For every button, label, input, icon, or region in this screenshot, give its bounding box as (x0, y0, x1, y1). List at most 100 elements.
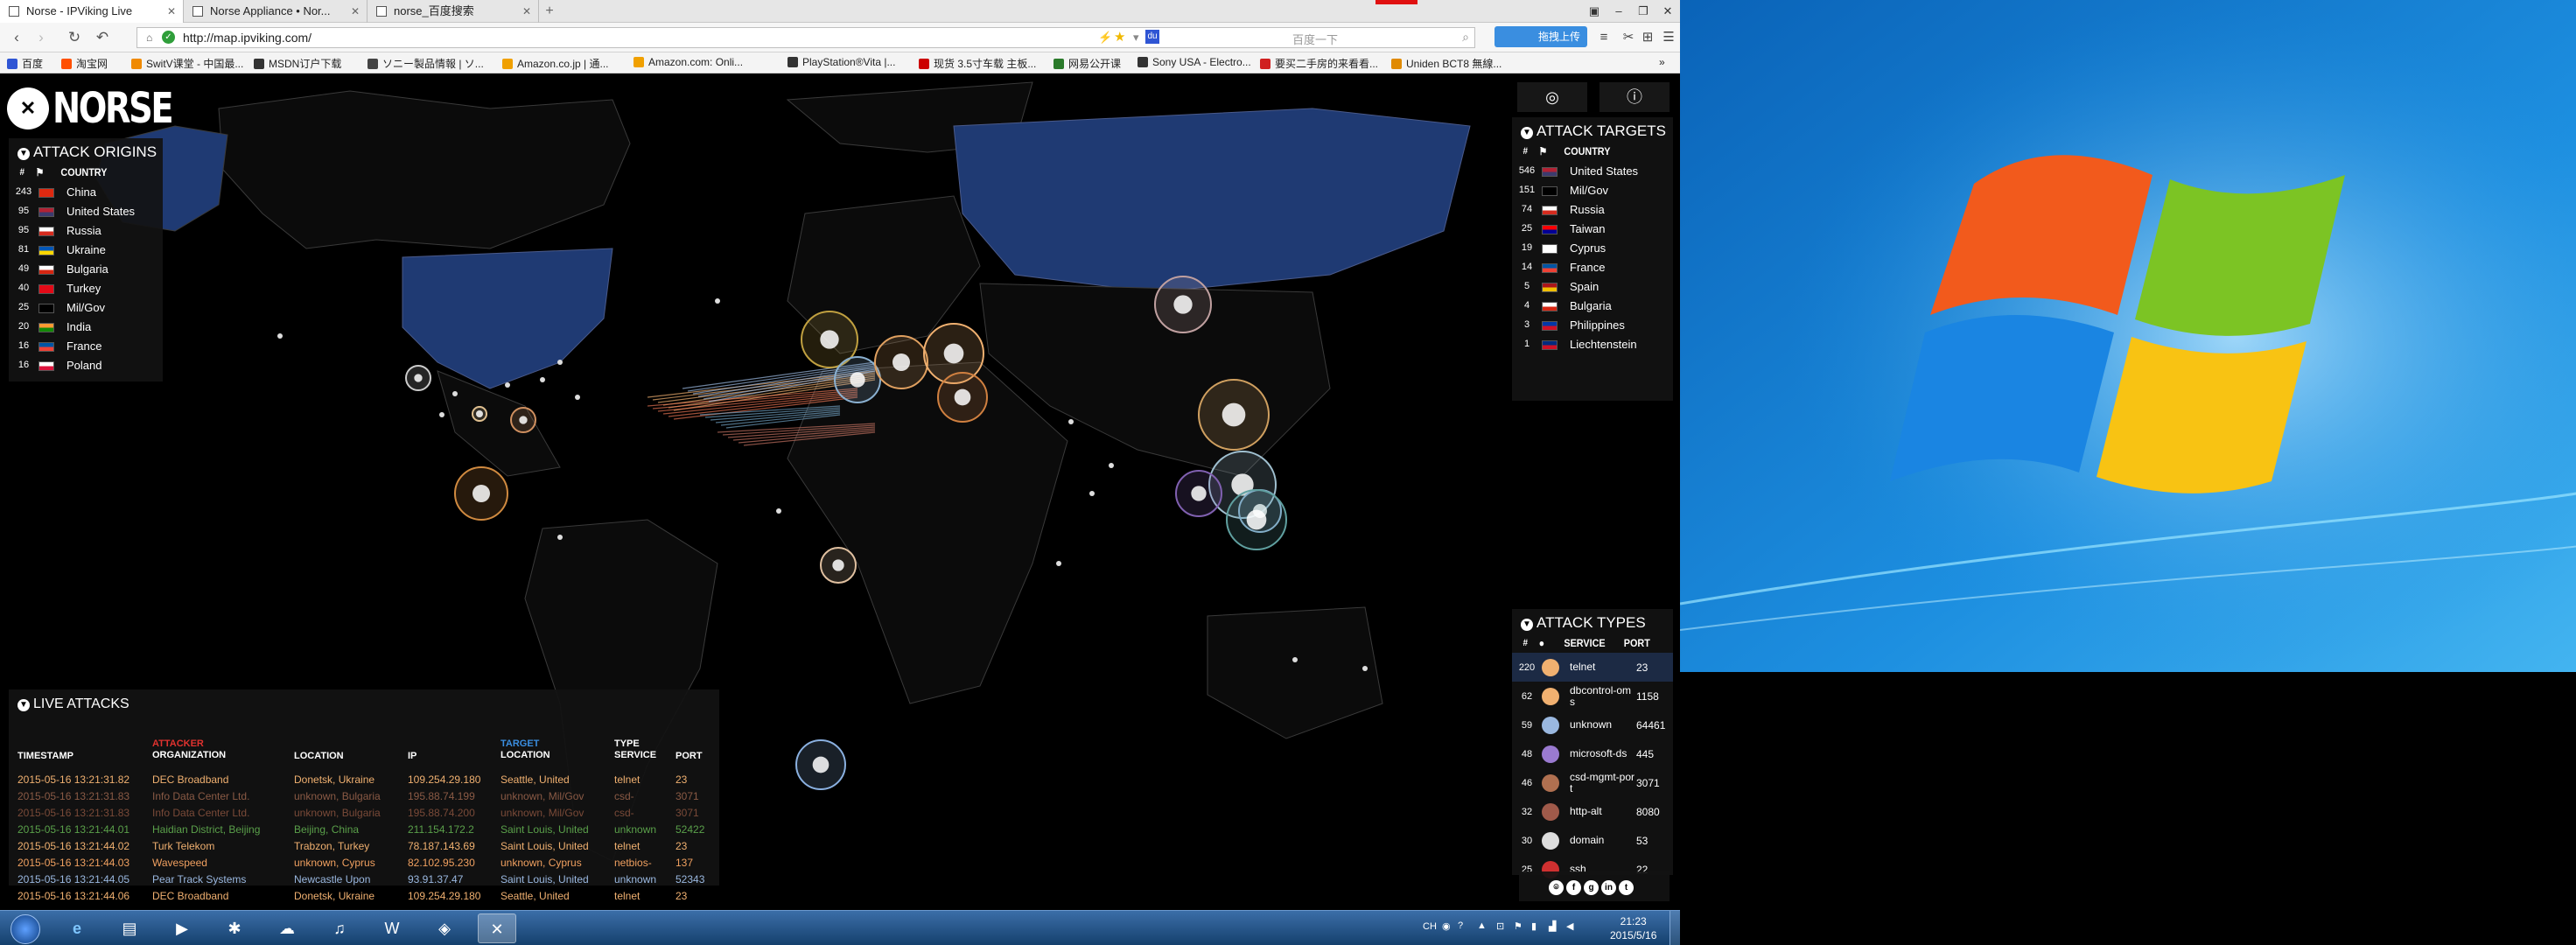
attack-tloc: Saint Louis, United (500, 840, 589, 852)
attack-loc: unknown, Cyprus (294, 857, 375, 869)
attack-loc: unknown, Bulgaria (294, 807, 381, 819)
bookmark-item[interactable]: Amazon.co.jp | 通... (502, 56, 609, 71)
home-icon[interactable]: ⌂ (146, 32, 152, 44)
country-header: COUNTRY (60, 166, 108, 178)
attack-tloc: unknown, Mil/Gov (500, 807, 584, 819)
cloud-icon[interactable]: ☁ (268, 914, 306, 943)
country-row: 95 United States (9, 201, 163, 220)
record-button[interactable]: ◎ (1517, 82, 1587, 112)
country-row: 49 Bulgaria (9, 259, 163, 278)
bookmark-item[interactable]: 网易公开课 (1054, 56, 1121, 71)
ime-icon[interactable]: ◉ (1442, 920, 1451, 932)
ie-icon[interactable]: e (58, 914, 96, 943)
language-indicator[interactable]: CH (1423, 921, 1437, 932)
norse-window-icon[interactable]: ✕ (478, 914, 516, 943)
hash-icon: # (1522, 638, 1529, 648)
twitter-icon[interactable]: t (1619, 880, 1634, 895)
lightning-icon[interactable]: ⚡ (1098, 31, 1112, 45)
close-tab-icon[interactable]: ✕ (522, 0, 531, 23)
baidu-icon: du (1145, 30, 1159, 44)
maxthon-browser-icon[interactable]: ◈ (425, 914, 464, 943)
attack-targets-panel: ▼ ATTACK TARGETS # ⚑ COUNTRY 546 United Stat… (1512, 117, 1673, 401)
menu-bars-icon[interactable]: ≡ (1594, 28, 1614, 47)
refresh-icon[interactable]: ↻ (65, 28, 84, 47)
settings-menu-icon[interactable]: ☰ (1659, 28, 1678, 47)
attack-port: 23 (676, 890, 688, 902)
volume-icon[interactable]: ◀ (1566, 920, 1573, 932)
app-w-icon[interactable]: W (373, 914, 411, 943)
country-row: 74 Russia (1512, 200, 1673, 219)
itunes-icon[interactable]: ♫ (320, 914, 359, 943)
bookmark-item[interactable]: ソニー製品情報 | ソ... (368, 56, 484, 71)
tab-baidu-search[interactable]: norse_百度搜索 ✕ (368, 0, 539, 23)
country-flag-icon (1542, 262, 1558, 273)
media-player-icon[interactable]: ▶ (163, 914, 201, 943)
forward-icon[interactable]: › (32, 28, 51, 47)
info-button[interactable]: ⓘ (1600, 82, 1670, 112)
bookmark-item[interactable]: Uniden BCT8 無線... (1391, 56, 1502, 71)
extension-icon[interactable]: ⊞ (1638, 28, 1657, 47)
bookmark-item[interactable]: PlayStation®Vita |... (788, 56, 895, 68)
country-name: Bulgaria (1570, 298, 1612, 312)
attack-count: 16 (18, 340, 30, 351)
bookmark-item[interactable]: 淘宝网 (61, 56, 108, 71)
google-plus-icon[interactable]: g (1584, 880, 1599, 895)
bookmark-item[interactable]: 百度 (7, 56, 43, 71)
close-window-icon[interactable]: ✕ (1656, 0, 1680, 23)
ipviking-attack-map[interactable]: ✕ NORSE ▼ ATTACK ORIGINS # ⚑ COUNTRY 243 Chin… (0, 74, 1680, 910)
type-count: 59 (1521, 719, 1533, 731)
scissors-icon[interactable]: ✂ (1619, 28, 1638, 47)
show-desktop-button[interactable] (1670, 911, 1680, 945)
star-icon[interactable]: ★ (1114, 29, 1125, 45)
chevron-down-icon[interactable]: ▼ (18, 699, 30, 711)
bookmark-item[interactable]: 要买二手房的来看看... (1260, 56, 1378, 71)
show-hidden-icon[interactable]: ▲ (1477, 920, 1487, 931)
close-tab-icon[interactable]: ✕ (167, 0, 176, 23)
new-tab-button[interactable]: + (541, 3, 558, 20)
more-bookmarks-icon[interactable]: » (1659, 56, 1665, 68)
clock[interactable]: 21:23 2015/5/16 (1610, 914, 1656, 942)
attack-org: DEC Broadband (152, 774, 229, 786)
share-bar: ⌾ f g in t (1519, 872, 1670, 901)
signal-icon[interactable]: ▟ (1549, 920, 1556, 932)
facebook-icon[interactable]: f (1566, 880, 1581, 895)
chevron-down-icon[interactable]: ▼ (1521, 127, 1533, 139)
close-tab-icon[interactable]: ✕ (351, 0, 360, 23)
start-button[interactable] (4, 913, 47, 944)
chevron-down-icon[interactable]: ▼ (1521, 619, 1533, 631)
network-icon[interactable]: ⊡ (1496, 920, 1504, 932)
undo-icon[interactable]: ↶ (93, 28, 112, 47)
service-name: dbcontrol-oms (1570, 683, 1632, 708)
back-icon[interactable]: ‹ (7, 28, 26, 47)
bookmark-item[interactable]: Amazon.com: Onli... (634, 56, 743, 68)
network-app-icon[interactable]: ✱ (215, 914, 254, 943)
clock-date: 2015/5/16 (1610, 929, 1657, 942)
upload-button[interactable]: 拖拽上传 (1494, 26, 1587, 47)
menu-icon[interactable]: ▣ (1582, 0, 1606, 23)
bookmark-favicon-icon (1391, 59, 1402, 69)
tab-norse-appliance[interactable]: Norse Appliance • Nor... ✕ (184, 0, 368, 23)
power-icon[interactable]: ▮ (1531, 920, 1536, 932)
search-icon[interactable]: ⌕ (1462, 30, 1469, 45)
fingerprint-icon[interactable]: ⌾ (1549, 880, 1564, 895)
folder-icon[interactable]: ▤ (110, 914, 149, 943)
search-input[interactable]: 百度一下 (1292, 31, 1338, 47)
australia-shape (1207, 606, 1383, 739)
bookmark-item[interactable]: 现货 3.5寸车载 主板... (919, 56, 1036, 71)
attack-point (820, 330, 839, 349)
bookmark-item[interactable]: MSDN订户下载 (254, 56, 341, 71)
linkedin-icon[interactable]: in (1601, 880, 1616, 895)
help-icon[interactable]: ? (1458, 920, 1463, 931)
chevron-down-icon[interactable]: ▼ (18, 148, 30, 160)
flag-icon[interactable]: ⚑ (1514, 920, 1522, 932)
address-bar[interactable]: ⌂ ✓ http://map.ipviking.com/ ⚡ ★ ▾ du 百度… (136, 27, 1475, 48)
maximize-icon[interactable]: ❐ (1631, 0, 1656, 23)
red-indicator (1376, 0, 1418, 4)
attack-loc: Donetsk, Ukraine (294, 890, 375, 902)
norse-logo-icon: ✕ (7, 88, 49, 130)
bookmark-item[interactable]: Sony USA - Electro... (1138, 56, 1251, 68)
tab-norse-ipviking[interactable]: Norse - IPViking Live ✕ (0, 0, 184, 23)
dropdown-icon[interactable]: ▾ (1133, 31, 1139, 45)
minimize-icon[interactable]: – (1606, 0, 1631, 23)
bookmark-item[interactable]: SwitV课堂 - 中国最... (131, 56, 243, 71)
